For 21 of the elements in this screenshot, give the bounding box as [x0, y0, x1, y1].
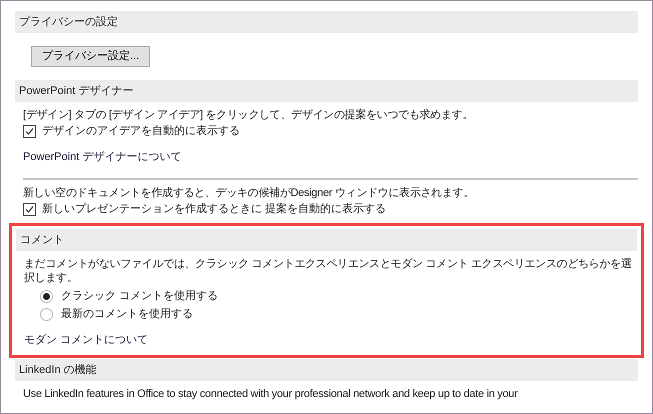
radio-button[interactable]: [40, 308, 53, 320]
option-radio[interactable]: クラシック コメントを使用する: [16, 285, 637, 303]
section-header: LinkedIn の機能: [15, 359, 638, 381]
description-text: まだコメントがないファイルでは、クラシック コメントエクスペリエンスとモダン コメント エクスペリエンスのどちらかを選択します。: [23, 257, 632, 285]
checkbox[interactable]: [23, 202, 36, 216]
description-text: Use LinkedIn features in Office to stay connected with your professional network and keep up to date in your: [22, 387, 519, 401]
check-icon: [25, 204, 34, 214]
privacy-settings-button[interactable]: プライバシー設定...: [31, 46, 150, 67]
about-link[interactable]: モダン コメントについて: [24, 334, 148, 346]
check-icon: [25, 126, 34, 136]
option-radio[interactable]: 最新のコメントを使用する: [16, 303, 637, 321]
section-header: PowerPoint デザイナー: [15, 80, 638, 102]
option-checkbox[interactable]: 新しいプレゼンテーションを作成するときに 提案を自動的に表示する: [15, 200, 638, 216]
radio-button[interactable]: [40, 290, 53, 302]
description-text: [デザイン] タブの [デザイン アイデア] をクリックして、デザインの提案をいつでも求めます。: [22, 108, 474, 122]
option-checkbox[interactable]: デザインのアイデアを自動的に表示する: [15, 122, 638, 138]
section-header: コメント: [16, 229, 637, 251]
description-text: 新しい空のドキュメントを作成すると、デッキの候補がDesigner ウィンドウに表示されます。: [22, 186, 475, 200]
section-header: プライバシーの設定: [15, 11, 638, 33]
about-link[interactable]: PowerPoint デザイナーについて: [23, 151, 182, 163]
checkbox[interactable]: [23, 124, 36, 138]
